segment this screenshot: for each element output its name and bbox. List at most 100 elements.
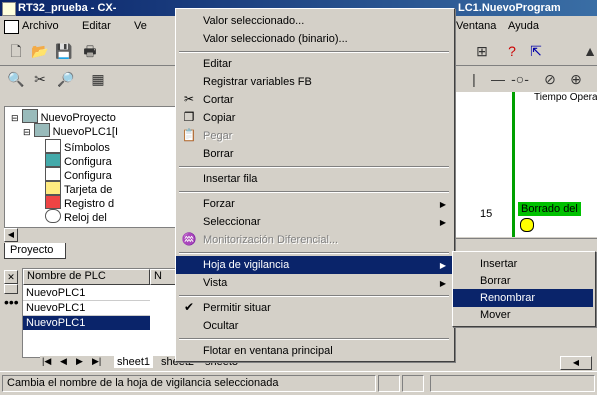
project-tree-panel: ⊟ NuevoProyecto ⊟ NuevoPLC1[I Símbolos C… <box>4 106 178 228</box>
menu-item-editar[interactable]: Editar <box>176 55 454 73</box>
tree-item-label: Reloj del <box>64 212 107 224</box>
find-icon[interactable]: 🔍 <box>6 70 26 88</box>
submenu-arrow-icon: ▶ <box>439 200 446 209</box>
right-scroll-button[interactable]: ◀ <box>560 356 592 370</box>
menu-item-registrar-fb[interactable]: Registrar variables FB <box>176 73 454 91</box>
status-pane-4 <box>430 375 595 392</box>
settings-icon <box>45 167 61 181</box>
watch-row-selected[interactable]: NuevoPLC1 <box>23 316 150 330</box>
contact-icon[interactable]: -○- <box>510 70 530 88</box>
menu-item-monitorizacion[interactable]: Monitorización Diferencial... <box>176 231 454 249</box>
menu-item-flotar[interactable]: Flotar en ventana principal <box>176 342 454 360</box>
menu-item-forzar[interactable]: Forzar <box>176 195 454 213</box>
menu-item-pegar[interactable]: Pegar <box>176 127 454 145</box>
symbols-icon <box>45 139 61 153</box>
print-preview-icon[interactable]: 🖶 <box>80 42 100 60</box>
submenu-item-insertar[interactable]: Insertar <box>453 255 593 273</box>
menu-ver[interactable]: Ve <box>134 20 147 32</box>
tree-plc[interactable]: ⊟ NuevoPLC1[I <box>23 123 118 138</box>
submenu-arrow-icon: ▶ <box>439 279 446 288</box>
status-text: Cambia el nombre de la hoja de vigilanci… <box>2 375 376 392</box>
sheet-tab-1[interactable]: sheet1 <box>114 356 154 368</box>
collapse-icon[interactable]: ⊟ <box>23 127 31 137</box>
menu-separator <box>179 191 449 193</box>
collapse-icon[interactable]: ⊟ <box>11 113 19 123</box>
window-menu-icon[interactable] <box>4 20 19 34</box>
network-icon[interactable]: ⊞ <box>472 42 492 60</box>
menu-item-copiar[interactable]: Copiar <box>176 109 454 127</box>
menu-item-vista[interactable]: Vista <box>176 274 454 292</box>
tree-item-clock[interactable]: Reloj del <box>45 209 107 224</box>
open-folder-icon[interactable]: 📂 <box>30 42 50 60</box>
ladder-block[interactable]: Borrado del <box>518 202 581 216</box>
plc-icon <box>33 123 50 137</box>
watch-row-plc: NuevoPLC1 <box>26 287 86 299</box>
watch-row[interactable]: NuevoPLC1 <box>23 301 150 316</box>
context-help-icon[interactable]: ⇱ <box>526 42 546 60</box>
window-title-right: LC1.NuevoProgram <box>458 2 561 14</box>
menu-item-borrar[interactable]: Borrar <box>176 145 454 163</box>
tree-root[interactable]: ⊟ NuevoProyecto <box>11 109 116 124</box>
project-tab[interactable]: Proyecto <box>4 243 66 259</box>
menu-ventana[interactable]: Ventana <box>456 20 496 32</box>
menu-item-cortar[interactable]: Cortar <box>176 91 454 109</box>
menu-item-permitir-situar[interactable]: Permitir situar <box>176 299 454 317</box>
watch-row-plc: NuevoPLC1 <box>26 317 86 329</box>
tree-item-symbols[interactable]: Símbolos <box>45 139 110 154</box>
menu-item-valor-binario[interactable]: Valor seleccionado (binario)... <box>176 30 454 48</box>
watch-header-plc-label: Nombre de PLC <box>27 270 106 282</box>
ladder-rung-header: Tiempo Opera <box>534 92 597 103</box>
submenu-arrow-icon: ▶ <box>439 261 446 270</box>
window-title: RT32_prueba - CX- <box>18 2 117 14</box>
ladder-warning-icon <box>520 218 534 232</box>
zoom-icon[interactable]: 🔎 <box>56 70 76 88</box>
help-icon[interactable]: ? <box>502 42 522 60</box>
cross-reference-icon[interactable]: ✂ <box>30 70 50 88</box>
status-pane-2 <box>378 375 400 392</box>
io-table-icon <box>45 153 61 167</box>
menu-separator <box>179 166 449 168</box>
vertical-line-icon[interactable]: | <box>464 70 484 88</box>
menu-item-valor-seleccionado[interactable]: Valor seleccionado... <box>176 12 454 30</box>
drag-handle-icon[interactable]: ••• <box>4 295 19 309</box>
submenu-arrow-icon: ▶ <box>439 218 446 227</box>
menu-editar[interactable]: Editar <box>82 20 111 32</box>
tree-hscroll-left[interactable]: ◀ <box>4 228 18 242</box>
grid-icon[interactable]: ▦ <box>88 70 108 88</box>
watch-close-icon[interactable]: ✕ <box>4 270 18 284</box>
submenu-item-borrar[interactable]: Borrar <box>453 272 593 290</box>
last-sheet-icon[interactable]: ▶| <box>92 356 101 367</box>
watch-row-plc: NuevoPLC1 <box>26 302 86 314</box>
horizontal-line-icon[interactable]: — <box>488 70 508 88</box>
menu-separator <box>179 295 449 297</box>
menu-item-hoja-vigilancia[interactable]: Hoja de vigilancia <box>176 256 454 274</box>
menu-separator <box>179 51 449 53</box>
clock-icon <box>45 209 61 223</box>
tree-item-config2[interactable]: Configura <box>45 167 112 182</box>
tree-item-error-log[interactable]: Registro d <box>45 195 114 210</box>
watch-row[interactable]: NuevoPLC1 <box>23 286 150 301</box>
menu-item-seleccionar[interactable]: Seleccionar <box>176 213 454 231</box>
memory-card-icon <box>45 181 61 195</box>
new-file-icon[interactable]: 🗋 <box>6 42 26 60</box>
status-pane-3 <box>402 375 424 392</box>
error-log-icon <box>45 195 61 209</box>
menu-item-ocultar[interactable]: Ocultar <box>176 317 454 335</box>
first-sheet-icon[interactable]: |◀ <box>42 356 51 367</box>
menu-item-insertar-fila[interactable]: Insertar fila <box>176 170 454 188</box>
next-sheet-icon[interactable]: ▶ <box>76 356 83 367</box>
save-icon[interactable]: 💾 <box>54 42 74 60</box>
menu-archivo[interactable]: Archivo <box>22 20 59 32</box>
menu-ayuda[interactable]: Ayuda <box>508 20 539 32</box>
watch-dock-icon[interactable] <box>4 284 18 294</box>
coil-icon[interactable]: ⊕ <box>566 70 586 88</box>
ladder-area: Tiempo Opera 15 Borrado del <box>453 92 597 237</box>
tree-item-memory-card[interactable]: Tarjeta de <box>45 181 112 196</box>
tree-item-config1[interactable]: Configura <box>45 153 112 168</box>
watch-header-plc[interactable]: Nombre de PLC <box>23 269 150 285</box>
toolbar-overflow-icon[interactable]: ▲ <box>580 42 597 60</box>
submenu-item-renombrar[interactable]: Renombrar <box>453 289 593 307</box>
closed-contact-icon[interactable]: ⊘ <box>540 70 560 88</box>
submenu-item-mover[interactable]: Mover <box>453 306 593 324</box>
prev-sheet-icon[interactable]: ◀ <box>60 356 67 367</box>
